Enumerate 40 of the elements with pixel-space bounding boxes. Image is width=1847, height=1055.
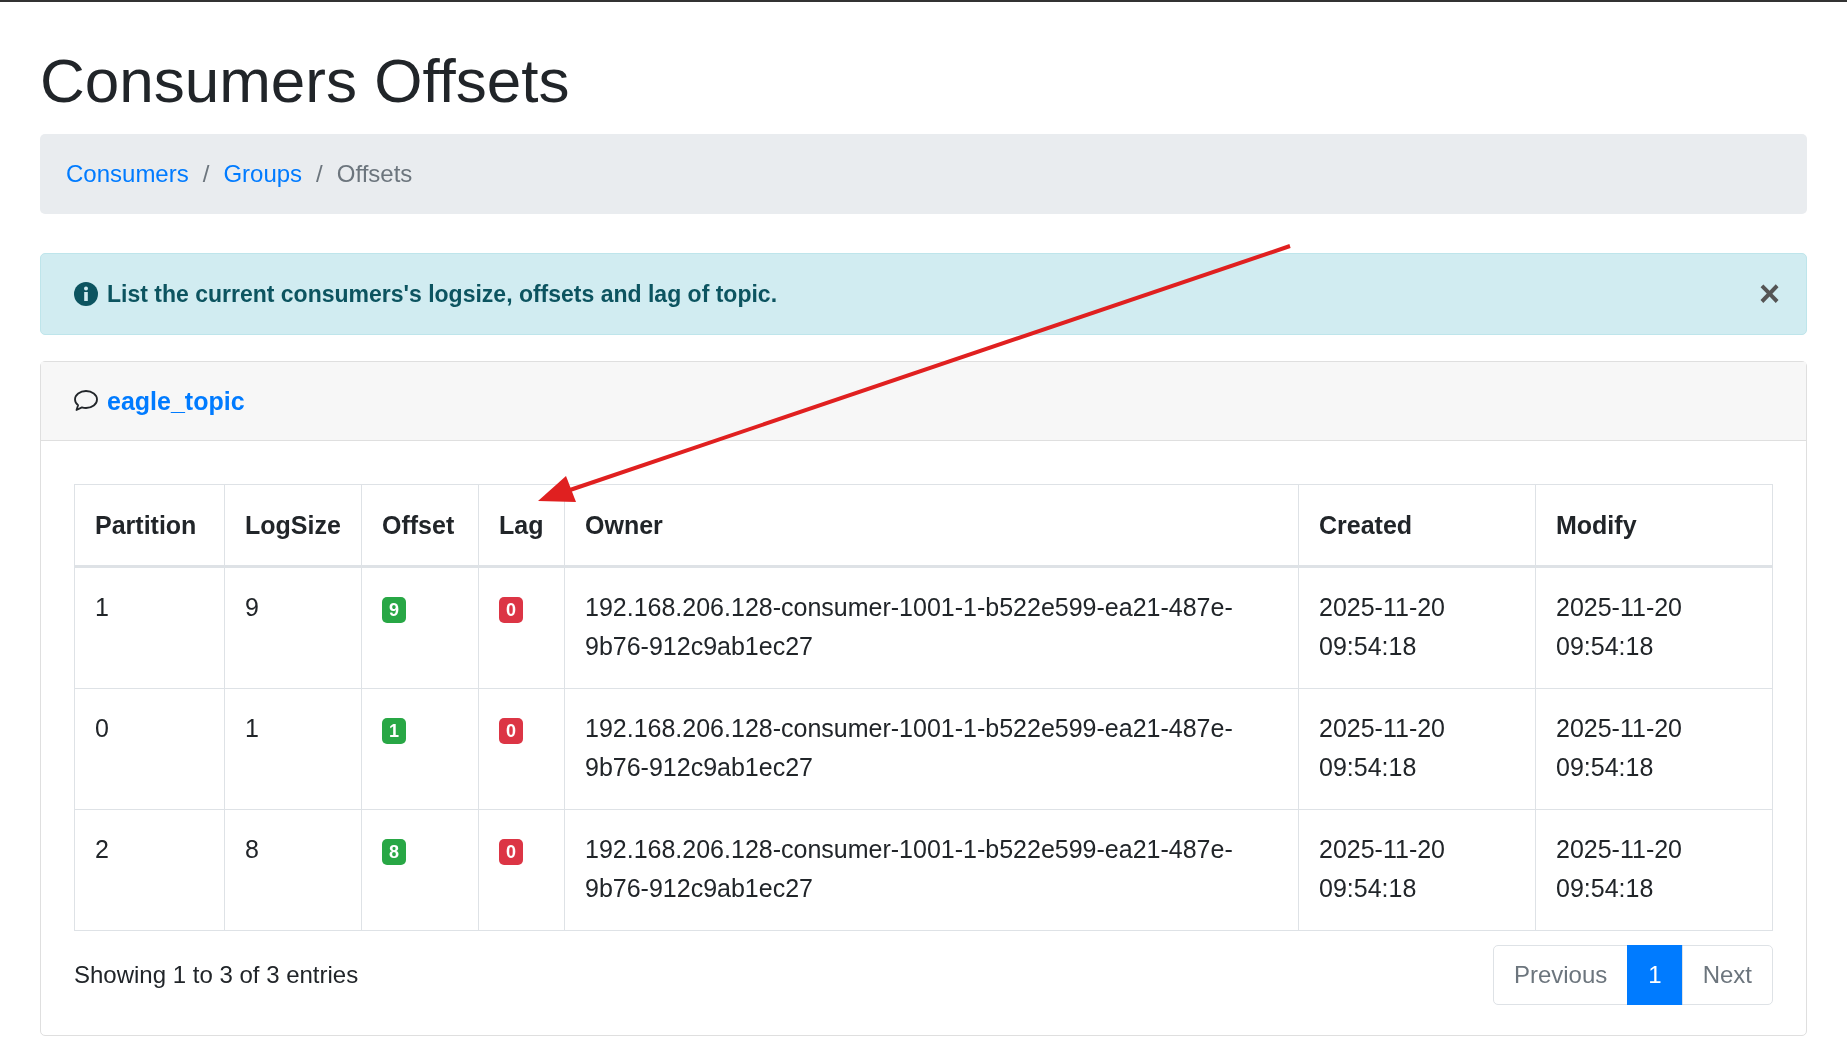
table-cell: 2025-11-20 09:54:18 xyxy=(1298,809,1536,931)
close-button[interactable]: × xyxy=(1758,273,1780,316)
table-cell: 0 xyxy=(74,688,225,810)
count-badge: 0 xyxy=(499,838,523,865)
breadcrumb-separator: / xyxy=(202,160,210,189)
count-badge: 1 xyxy=(382,717,406,744)
breadcrumb-current: Offsets xyxy=(336,160,413,189)
column-header[interactable]: LogSize xyxy=(224,484,362,567)
column-header[interactable]: Created xyxy=(1298,484,1536,567)
table-cell: 2025-11-20 09:54:18 xyxy=(1535,688,1773,810)
table-cell: 2025-11-20 09:54:18 xyxy=(1535,566,1773,689)
count-badge: 8 xyxy=(382,838,406,865)
table-cell: 192.168.206.128-consumer-1001-1-b522e599-ea21-487e-9b76-912c9ab1ec27 xyxy=(564,566,1299,689)
alert-text: List the current consumers's logsize, offsets and lag of topic. xyxy=(107,280,779,308)
table-cell: 2025-11-20 09:54:18 xyxy=(1535,809,1773,931)
table-cell: 9 xyxy=(224,566,362,689)
count-badge: 0 xyxy=(499,596,523,623)
column-header[interactable]: Partition xyxy=(74,484,225,567)
column-header[interactable]: Owner xyxy=(564,484,1299,567)
table-cell: 2 xyxy=(74,809,225,931)
pagination-button[interactable]: Next xyxy=(1681,945,1773,1006)
pagination-button[interactable]: Previous xyxy=(1492,945,1629,1006)
table-cell: 1 xyxy=(224,688,362,810)
count-badge: 0 xyxy=(499,717,523,744)
column-header[interactable]: Offset xyxy=(361,484,479,567)
breadcrumb-separator: / xyxy=(316,160,323,189)
table-cell: 1 xyxy=(74,566,225,689)
table-cell: 8 xyxy=(224,809,362,931)
table-cell: 192.168.206.128-consumer-1001-1-b522e599-ea21-487e-9b76-912c9ab1ec27 xyxy=(564,809,1299,931)
table-cell: 2025-11-20 09:54:18 xyxy=(1298,688,1536,810)
count-badge: 9 xyxy=(382,596,406,623)
entries-info: Showing 1 to 3 of 3 entries xyxy=(74,961,359,990)
table-cell: 2025-11-20 09:54:18 xyxy=(1298,566,1536,689)
comment-icon xyxy=(73,389,99,414)
topic-link[interactable]: eagle_topic xyxy=(107,386,245,416)
info-icon xyxy=(73,281,99,308)
page-title: Consumers Offsets xyxy=(40,45,571,117)
column-header[interactable]: Modify xyxy=(1535,484,1773,567)
table-cell: 192.168.206.128-consumer-1001-1-b522e599-ea21-487e-9b76-912c9ab1ec27 xyxy=(564,688,1299,810)
pagination-button[interactable]: 1 xyxy=(1627,945,1683,1006)
